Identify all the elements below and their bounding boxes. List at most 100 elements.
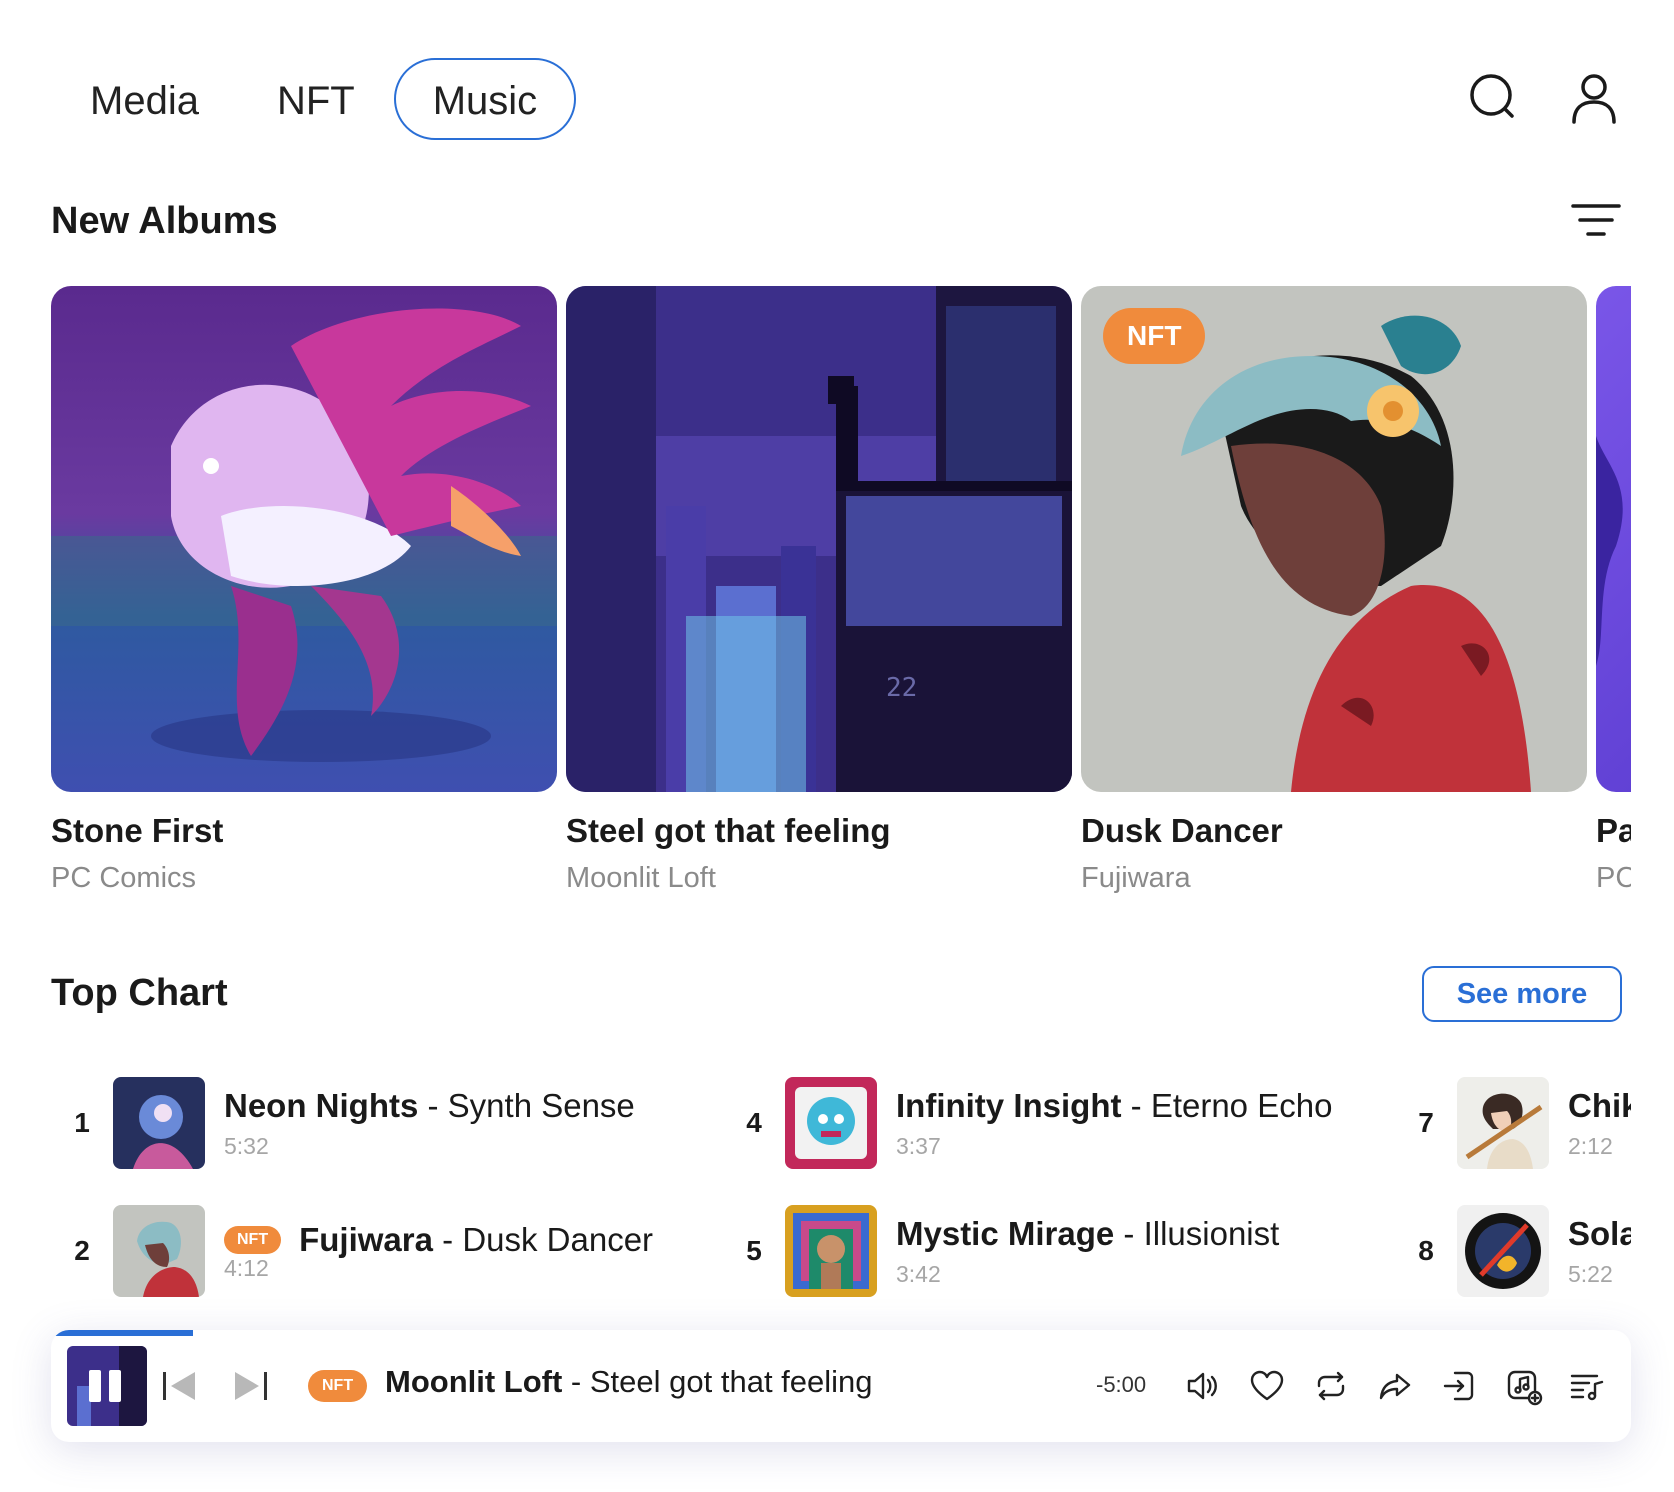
now-playing-track[interactable]: Moonlit Loft - Steel got that feeling xyxy=(385,1364,873,1400)
album-cover xyxy=(1596,286,1631,792)
track-title: Chik xyxy=(1568,1086,1631,1124)
track-line: Mystic Mirage - Illusionist xyxy=(896,1215,1279,1253)
track-thumbnail xyxy=(785,1077,877,1169)
volume-icon xyxy=(1187,1372,1217,1400)
album-artist: PC xyxy=(1596,862,1631,894)
track-duration: 3:42 xyxy=(896,1260,941,1287)
top-chart-title: Top Chart xyxy=(51,972,228,1014)
track-thumbnail xyxy=(1457,1205,1549,1297)
add-to-library-button[interactable] xyxy=(1503,1366,1543,1406)
album-carousel[interactable]: Stone First PC Comics 22 Steel got that … xyxy=(51,286,1631,906)
track-info: Neon Nights - Synth Sense 5:32 xyxy=(224,1087,635,1160)
chart-rank: 2 xyxy=(74,1235,90,1266)
album-card[interactable]: NFT Dusk Dancer Fujiwara xyxy=(1081,286,1587,895)
track-title: Infinity Insight xyxy=(896,1086,1122,1124)
search-icon[interactable] xyxy=(1466,70,1522,126)
track-info: NFT Fujiwara - Dusk Dancer 4:12 xyxy=(224,1221,653,1282)
playback-progress[interactable] xyxy=(51,1330,194,1336)
track-artist: Eterno Echo xyxy=(1150,1086,1333,1124)
album-title: Pa xyxy=(1596,812,1631,849)
chart-rank: 4 xyxy=(746,1107,762,1138)
chart-rank: 5 xyxy=(746,1235,762,1266)
album-title: Stone First xyxy=(51,812,224,849)
tab-music[interactable]: Music xyxy=(393,58,577,140)
track-artist: Dusk Dancer xyxy=(462,1220,654,1258)
track-artist: Illusionist xyxy=(1143,1214,1280,1252)
repeat-icon xyxy=(1317,1371,1345,1401)
track-artist: Synth Sense xyxy=(447,1086,635,1124)
chart-row[interactable]: 8 Sola 5:22 xyxy=(1395,1204,1631,1298)
track-separator: - xyxy=(562,1364,590,1399)
chart-row[interactable]: 1 Neon Nights - Synth Sense 5:32 xyxy=(51,1076,635,1170)
track-title: Neon Nights xyxy=(224,1086,419,1124)
svg-text:22: 22 xyxy=(886,673,917,703)
share-button[interactable] xyxy=(1375,1366,1415,1406)
track-line: Chik xyxy=(1568,1087,1631,1125)
exit-button[interactable] xyxy=(1439,1366,1479,1406)
album-cover: 22 xyxy=(566,286,1072,792)
skip-back-button[interactable] xyxy=(157,1364,201,1408)
album-card[interactable]: Pa PC xyxy=(1596,286,1631,895)
volume-button[interactable] xyxy=(1183,1366,1223,1406)
album-title: Dusk Dancer xyxy=(1081,812,1283,849)
track-thumbnail xyxy=(1457,1077,1549,1169)
album-artist: Fujiwara xyxy=(1081,862,1191,894)
nft-badge: NFT xyxy=(224,1225,282,1254)
track-duration: 5:32 xyxy=(224,1132,269,1159)
track-info: Chik 2:12 xyxy=(1568,1087,1631,1160)
player-nft: NFT xyxy=(308,1370,368,1402)
chart-rank: 7 xyxy=(1418,1107,1434,1138)
top-chart-list: 1 Neon Nights - Synth Sense 5:32 2 NFT F… xyxy=(51,1074,1631,1314)
album-title: Steel got that feeling xyxy=(566,812,891,849)
track-duration: 2:12 xyxy=(1568,1132,1613,1159)
track-duration: 4:12 xyxy=(224,1254,269,1281)
chart-rank: 1 xyxy=(74,1107,90,1138)
skip-back-icon xyxy=(163,1372,195,1400)
nft-badge: NFT xyxy=(308,1370,368,1402)
track-line: Neon Nights - Synth Sense xyxy=(224,1087,635,1125)
now-playing-artist: Moonlit Loft xyxy=(385,1364,563,1399)
mini-player: NFT Moonlit Loft - Steel got that feelin… xyxy=(51,1330,1631,1442)
track-thumbnail xyxy=(785,1205,877,1297)
album-card[interactable]: 22 Steel got that feeling Moonlit Loft xyxy=(566,286,1072,895)
user-icon[interactable] xyxy=(1566,70,1622,126)
music-add-icon xyxy=(1507,1370,1543,1406)
track-duration: 3:37 xyxy=(896,1132,941,1159)
chart-row[interactable]: 4 Infinity Insight - Eterno Echo 3:37 xyxy=(723,1076,1332,1170)
album-card[interactable]: Stone First PC Comics xyxy=(51,286,557,895)
remaining-time: -5:00 xyxy=(1096,1372,1147,1397)
track-separator: - xyxy=(418,1086,448,1124)
track-separator: - xyxy=(1121,1086,1151,1124)
playlist-button[interactable] xyxy=(1567,1366,1607,1406)
exit-icon xyxy=(1443,1371,1474,1401)
skip-forward-button[interactable] xyxy=(229,1364,273,1408)
track-separator: - xyxy=(432,1220,463,1258)
album-artist: PC Comics xyxy=(51,862,197,894)
now-playing-title: Steel got that feeling xyxy=(589,1364,873,1399)
like-button[interactable] xyxy=(1247,1366,1287,1406)
track-info: Sola 5:22 xyxy=(1568,1215,1631,1288)
chart-row[interactable]: 2 NFT Fujiwara - Dusk Dancer 4:12 xyxy=(51,1204,653,1298)
tab-nft[interactable]: NFT xyxy=(238,58,394,140)
track-separator: - xyxy=(1114,1214,1144,1252)
chart-row[interactable]: 5 Mystic Mirage - Illusionist 3:42 xyxy=(723,1204,1279,1298)
see-more-button[interactable]: See more xyxy=(1422,966,1622,1022)
track-title: Fujiwara xyxy=(299,1220,433,1258)
filter-icon[interactable] xyxy=(1570,200,1622,240)
chart-row[interactable]: 7 Chik 2:12 xyxy=(1395,1076,1631,1170)
now-playing-thumbnail[interactable] xyxy=(67,1346,147,1426)
track-thumbnail xyxy=(113,1077,205,1169)
track-line: NFT Fujiwara - Dusk Dancer xyxy=(224,1221,653,1259)
track-title: Mystic Mirage xyxy=(896,1214,1115,1252)
track-thumbnail xyxy=(113,1205,205,1297)
tab-media[interactable]: Media xyxy=(52,58,238,140)
top-actions xyxy=(1466,70,1622,126)
top-nav: Media NFT Music xyxy=(52,58,577,140)
new-albums-title: New Albums xyxy=(51,200,278,242)
repeat-button[interactable] xyxy=(1311,1366,1351,1406)
track-title: Sola xyxy=(1568,1214,1631,1252)
album-artist: Moonlit Loft xyxy=(566,862,716,894)
share-icon xyxy=(1379,1373,1411,1400)
nft-badge: NFT xyxy=(1103,308,1206,364)
track-duration: 5:22 xyxy=(1568,1260,1613,1287)
